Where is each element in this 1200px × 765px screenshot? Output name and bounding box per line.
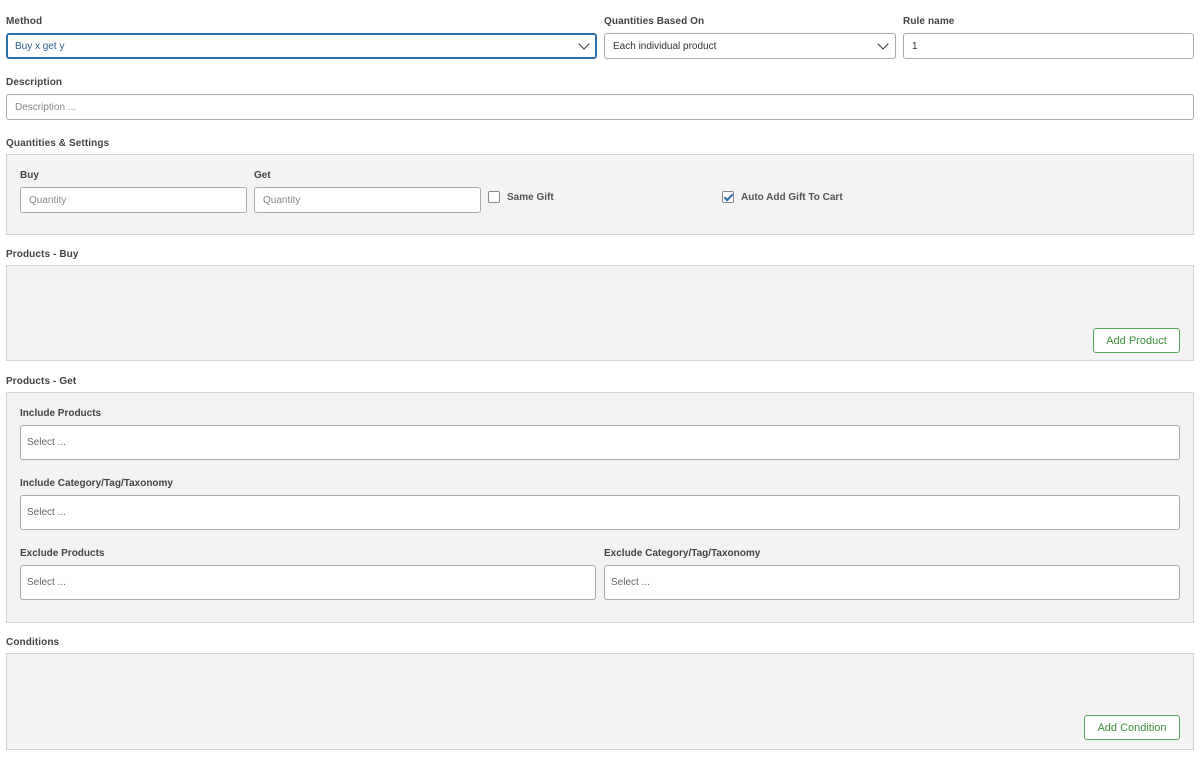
quantities-based-on-label: Quantities Based On: [604, 16, 705, 27]
include-products-label: Include Products: [20, 408, 102, 419]
add-condition-button[interactable]: Add Condition: [1084, 715, 1180, 740]
method-select-value: Buy x get y: [15, 40, 65, 52]
same-gift-checkbox[interactable]: [488, 191, 500, 203]
products-get-panel: Include Products Select ... Include Cate…: [6, 392, 1194, 623]
auto-add-gift-label: Auto Add Gift To Cart: [741, 192, 843, 203]
exclude-products-placeholder: Select ...: [27, 577, 66, 588]
same-gift-label: Same Gift: [507, 192, 554, 203]
method-label: Method: [6, 16, 43, 27]
products-get-title: Products - Get: [6, 376, 77, 387]
get-label: Get: [254, 170, 271, 181]
buy-quantity-placeholder: Quantity: [29, 194, 67, 206]
quantities-based-on-select[interactable]: Each individual product: [604, 33, 896, 59]
rule-name-label: Rule name: [903, 16, 955, 27]
quantities-settings-title: Quantities & Settings: [6, 138, 110, 149]
exclude-category-label: Exclude Category/Tag/Taxonomy: [604, 548, 761, 559]
auto-add-gift-checkbox[interactable]: [722, 191, 734, 203]
include-category-label: Include Category/Tag/Taxonomy: [20, 478, 173, 489]
get-quantity-placeholder: Quantity: [263, 194, 301, 206]
exclude-category-select[interactable]: Select ...: [604, 565, 1180, 600]
exclude-products-label: Exclude Products: [20, 548, 105, 559]
add-product-button[interactable]: Add Product: [1093, 328, 1180, 353]
rule-name-value: 1: [912, 40, 918, 52]
products-buy-panel: Add Product: [6, 265, 1194, 361]
include-products-select[interactable]: Select ...: [20, 425, 1180, 460]
buy-label: Buy: [20, 170, 39, 181]
buy-quantity-input[interactable]: Quantity: [20, 187, 247, 213]
include-products-placeholder: Select ...: [27, 437, 66, 448]
description-input[interactable]: Description ...: [6, 94, 1194, 120]
quantities-based-on-value: Each individual product: [613, 40, 717, 52]
conditions-title: Conditions: [6, 637, 60, 648]
description-placeholder: Description ...: [15, 101, 77, 113]
chevron-down-icon: [578, 38, 590, 50]
include-category-placeholder: Select ...: [27, 507, 66, 518]
description-label: Description: [6, 77, 63, 88]
chevron-down-icon: [877, 38, 889, 50]
quantities-settings-panel: Buy Quantity Get Quantity Same Gift Auto…: [6, 154, 1194, 235]
get-quantity-input[interactable]: Quantity: [254, 187, 481, 213]
rule-name-input[interactable]: 1: [903, 33, 1194, 59]
exclude-category-placeholder: Select ...: [611, 577, 650, 588]
include-category-select[interactable]: Select ...: [20, 495, 1180, 530]
products-buy-title: Products - Buy: [6, 249, 79, 260]
method-select[interactable]: Buy x get y: [6, 33, 597, 59]
conditions-panel: Add Condition: [6, 653, 1194, 750]
exclude-products-select[interactable]: Select ...: [20, 565, 596, 600]
